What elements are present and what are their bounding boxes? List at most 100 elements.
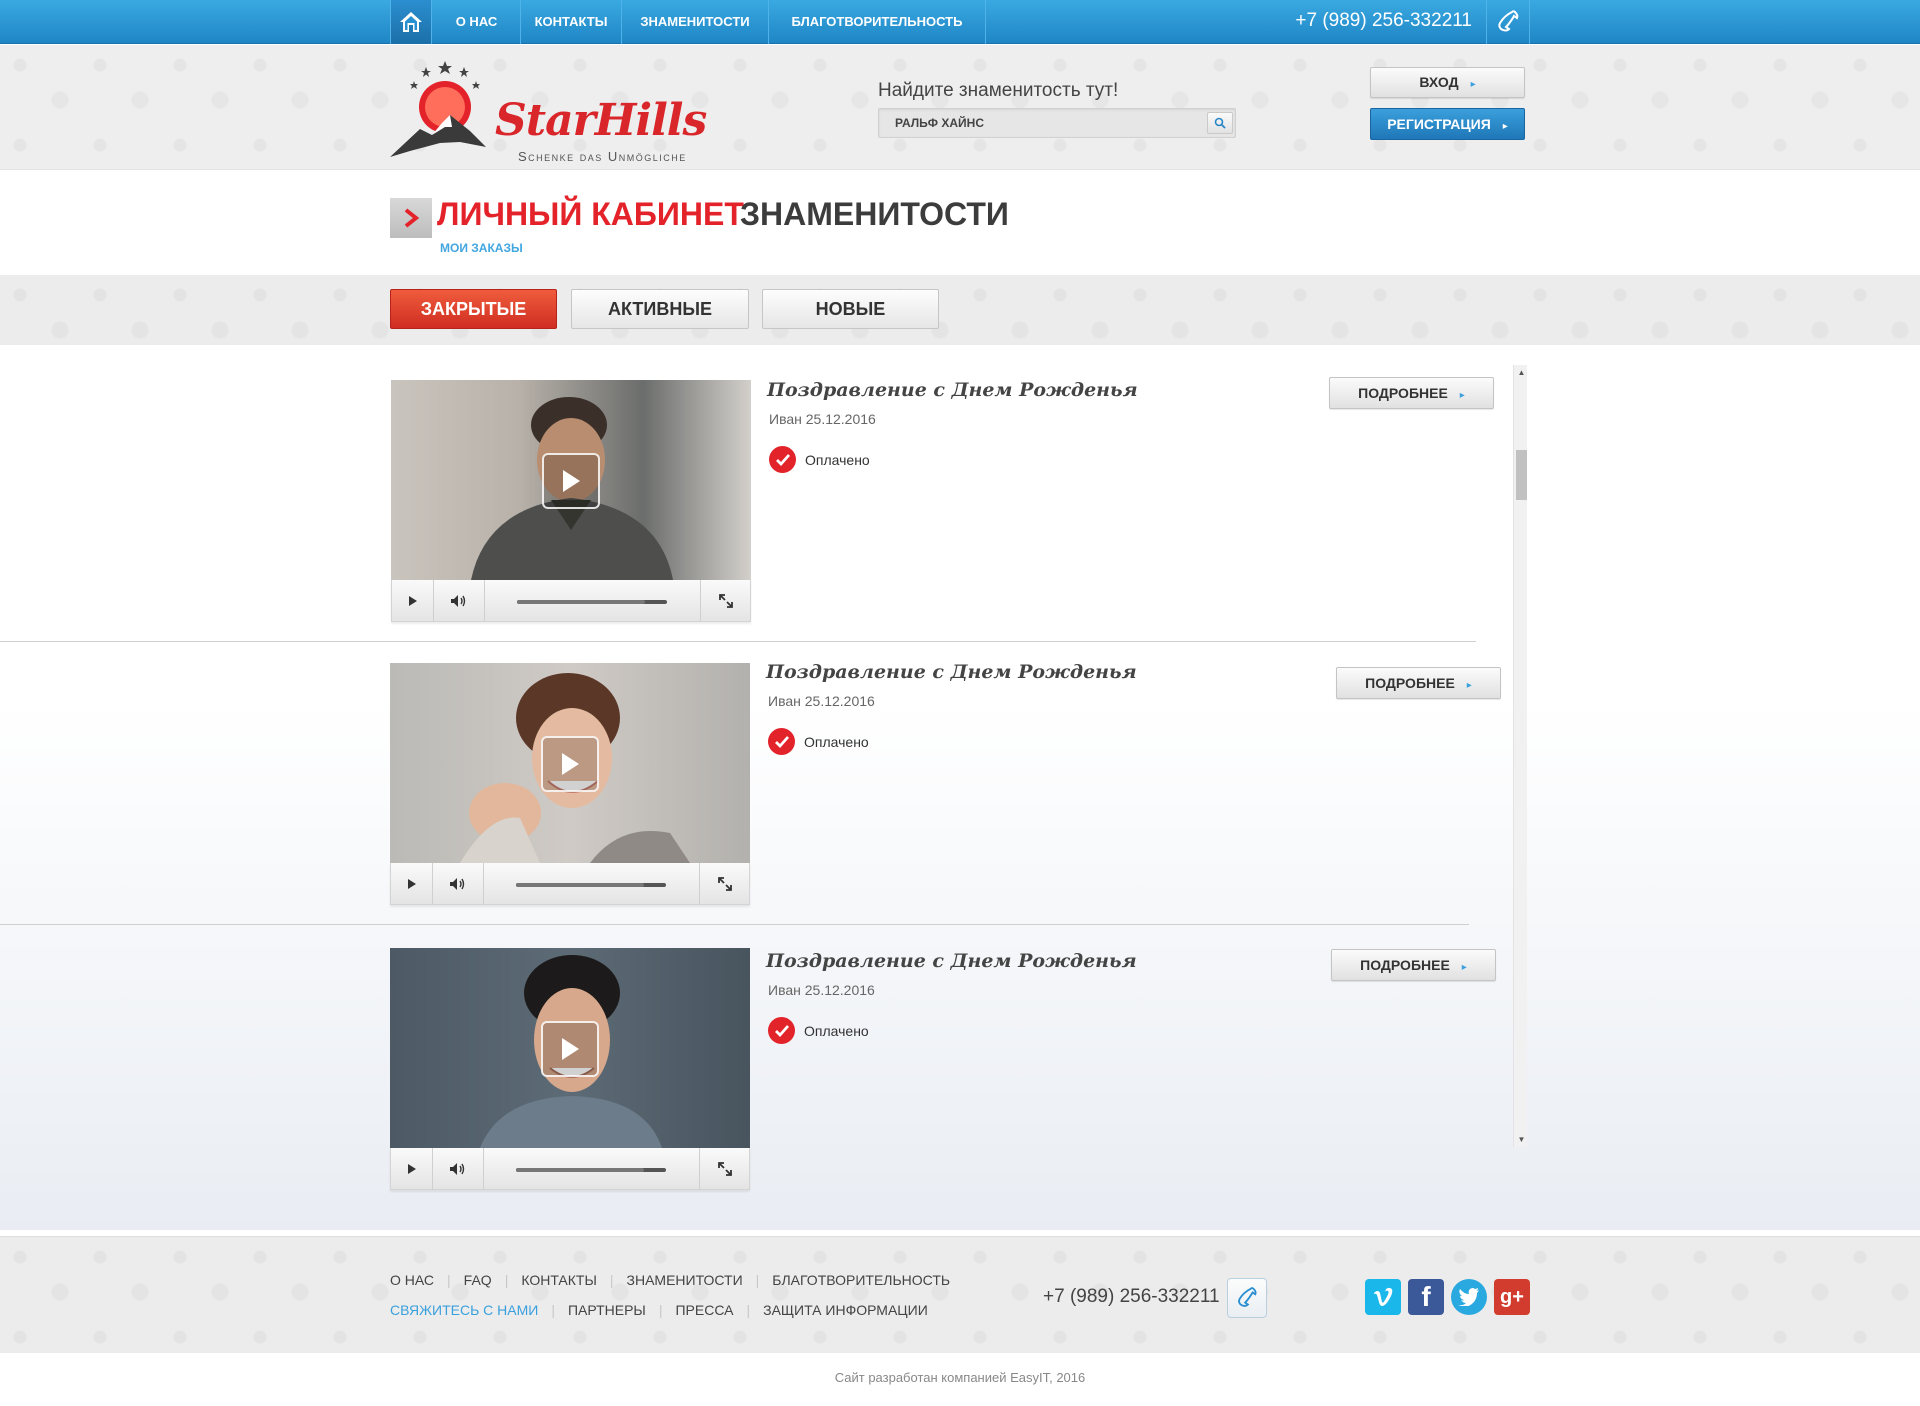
chevron-right-icon: ▸	[1470, 79, 1476, 90]
play-control[interactable]	[392, 580, 434, 622]
payment-status-label: Оплачено	[805, 451, 870, 468]
search-button[interactable]	[1207, 112, 1233, 134]
play-icon	[407, 879, 416, 889]
twitter-icon[interactable]	[1451, 1279, 1487, 1315]
details-label: ПОДРОБНЕЕ	[1358, 385, 1448, 401]
orders-scrollbar[interactable]: ▲ ▼	[1513, 365, 1527, 1147]
play-icon	[408, 596, 417, 606]
facebook-icon[interactable]: f	[1408, 1279, 1444, 1315]
nav-about[interactable]: О НАС	[433, 0, 521, 44]
login-button[interactable]: ВХОД ▸	[1370, 67, 1525, 98]
home-button[interactable]	[390, 0, 432, 44]
video-progress[interactable]	[516, 1168, 666, 1172]
nav-contacts[interactable]: КОНТАКТЫ	[521, 0, 622, 44]
order-meta: Иван 25.12.2016	[768, 982, 875, 998]
footer-link-partners[interactable]: ПАРТНЕРЫ	[568, 1302, 646, 1318]
video-progress[interactable]	[516, 883, 666, 887]
details-button[interactable]: ПОДРОБНЕЕ ▸	[1329, 377, 1494, 409]
footer-phone-button[interactable]	[1227, 1278, 1267, 1318]
vimeo-icon[interactable]	[1365, 1279, 1401, 1315]
play-icon	[562, 753, 579, 775]
search-icon	[1214, 117, 1226, 129]
details-button[interactable]: ПОДРОБНЕЕ ▸	[1331, 949, 1496, 981]
fullscreen-icon	[719, 594, 733, 608]
footer-link-press[interactable]: ПРЕССА	[675, 1302, 733, 1318]
page-title-red: ЛИЧНЫЙ КАБИНЕТ	[437, 196, 744, 232]
fullscreen-control[interactable]	[699, 863, 750, 905]
footer-link-contacts[interactable]: КОНТАКТЫ	[521, 1272, 597, 1288]
order-title: Поздравление с Днем Рожденья	[767, 379, 1138, 401]
footer-link-contact-us[interactable]: СВЯЖИТЕСЬ С НАМИ	[390, 1302, 538, 1318]
logo[interactable]: StarHills Schenke das Unmögliche	[390, 57, 720, 164]
fullscreen-icon	[718, 877, 732, 891]
details-label: ПОДРОБНЕЕ	[1365, 675, 1455, 691]
play-control[interactable]	[391, 1148, 433, 1190]
logo-text: StarHills	[495, 95, 707, 146]
video-player[interactable]	[391, 380, 751, 625]
search-label: Найдите знаменитость тут!	[878, 80, 1119, 101]
volume-control[interactable]	[434, 580, 485, 622]
video-controls	[390, 1148, 750, 1190]
nav-charity[interactable]: БЛАГОТВОРИТЕЛЬНОСТЬ	[769, 0, 986, 44]
check-icon	[768, 1017, 795, 1044]
video-controls	[391, 580, 751, 622]
video-player[interactable]	[390, 663, 750, 908]
play-button[interactable]	[541, 736, 599, 792]
check-icon	[769, 446, 796, 473]
register-label: РЕГИСТРАЦИЯ	[1387, 116, 1491, 132]
site-header: StarHills Schenke das Unmögliche Найдите…	[0, 45, 1920, 170]
scroll-down-arrow-icon[interactable]: ▼	[1517, 1135, 1526, 1144]
register-button[interactable]: РЕГИСТРАЦИЯ ▸	[1370, 108, 1525, 140]
volume-control[interactable]	[433, 1148, 484, 1190]
payment-status-label: Оплачено	[804, 1022, 869, 1039]
details-label: ПОДРОБНЕЕ	[1360, 957, 1450, 973]
footer-link-about[interactable]: О НАС	[390, 1272, 434, 1288]
details-button[interactable]: ПОДРОБНЕЕ ▸	[1336, 667, 1501, 699]
volume-control[interactable]	[433, 863, 484, 905]
title-chevron-icon	[390, 198, 432, 238]
video-player[interactable]	[390, 948, 750, 1193]
footer-link-charity[interactable]: БЛАГОТВОРИТЕЛЬНОСТЬ	[772, 1272, 950, 1288]
play-button[interactable]	[542, 453, 600, 509]
search-input[interactable]	[879, 109, 1199, 137]
home-icon	[400, 12, 422, 32]
tab-closed[interactable]: ЗАКРЫТЫЕ	[390, 289, 557, 329]
footer-phone-number: +7 (989) 256-332211	[1043, 1286, 1220, 1307]
google-plus-icon[interactable]: g+	[1494, 1279, 1530, 1315]
fullscreen-control[interactable]	[700, 580, 751, 622]
footer-link-celebrities[interactable]: ЗНАМЕНИТОСТИ	[627, 1272, 743, 1288]
footer-link-privacy[interactable]: ЗАЩИТА ИНФОРМАЦИИ	[763, 1302, 928, 1318]
video-progress[interactable]	[517, 600, 667, 604]
play-button[interactable]	[541, 1021, 599, 1077]
top-phone-number: +7 (989) 256-332211	[1295, 10, 1472, 31]
payment-status: Оплачено	[768, 728, 869, 755]
video-thumbnail	[390, 948, 750, 1148]
divider	[0, 924, 1469, 925]
footer-links-secondary: СВЯЖИТЕСЬ С НАМИ | ПАРТНЕРЫ | ПРЕССА | ЗАЩИ…	[390, 1302, 928, 1318]
play-icon	[563, 470, 580, 492]
scroll-thumb[interactable]	[1516, 450, 1527, 500]
volume-icon	[451, 595, 466, 607]
copyright: Сайт разработан компанией EasyIT, 2016	[834, 1370, 1086, 1385]
breadcrumb-my-orders[interactable]: МОИ ЗАКАЗЫ	[440, 241, 523, 255]
footer-link-faq[interactable]: FAQ	[464, 1272, 492, 1288]
login-label: ВХОД	[1419, 74, 1459, 90]
orders-list: Поздравление с Днем Рожденья Иван 25.12.…	[0, 345, 1920, 1230]
video-thumbnail	[390, 663, 750, 863]
scroll-up-arrow-icon[interactable]: ▲	[1517, 368, 1526, 377]
phone-icon	[1498, 10, 1519, 32]
chevron-right-icon: ▸	[1459, 390, 1465, 401]
tab-active[interactable]: АКТИВНЫЕ	[571, 289, 749, 329]
top-phone-button[interactable]	[1486, 0, 1530, 44]
top-navbar: О НАС КОНТАКТЫ ЗНАМЕНИТОСТИ БЛАГОТВОРИТЕ…	[0, 0, 1920, 44]
video-controls	[390, 863, 750, 905]
tab-new[interactable]: НОВЫЕ	[762, 289, 939, 329]
nav-celebrities[interactable]: ЗНАМЕНИТОСТИ	[622, 0, 769, 44]
logo-tagline: Schenke das Unmögliche	[518, 149, 687, 164]
phone-icon	[1238, 1287, 1257, 1307]
payment-status: Оплачено	[768, 1017, 869, 1044]
fullscreen-icon	[718, 1162, 732, 1176]
page-title-area: ЛИЧНЫЙ КАБИНЕТ ЗНАМЕНИТОСТИ МОИ ЗАКАЗЫ	[0, 171, 1920, 275]
play-control[interactable]	[391, 863, 433, 905]
fullscreen-control[interactable]	[699, 1148, 750, 1190]
